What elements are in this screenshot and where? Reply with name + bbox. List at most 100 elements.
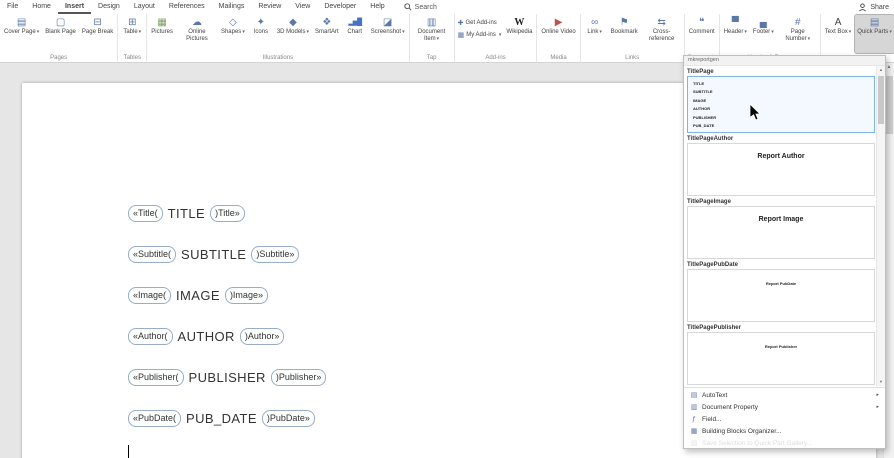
my-addins-icon: ▦ [457,31,465,39]
ribbon-button-label: Icons [253,29,268,35]
menu-item-field[interactable]: ƒ Field... [684,413,885,425]
shapes-icon: ◇ [229,17,237,28]
content-control-end-tag[interactable]: )Title» [210,205,245,222]
ribbon-button-page-number[interactable]: # Page Number▾ [778,15,818,53]
content-control-start-tag[interactable]: «Publisher( [128,369,184,386]
content-control-placeholder[interactable]: SUBTITLE [181,247,246,262]
text-box-icon: A [834,17,842,28]
search-box[interactable]: Search [403,3,437,11]
content-control-placeholder[interactable]: PUBLISHER [189,370,266,385]
scrollbar-thumb[interactable] [885,76,893,134]
word-window: File Home Insert Design Layout References Mail… [0,0,894,458]
content-control-end-tag[interactable]: )Publisher» [270,369,327,386]
ribbon-button-label: Wikipedia [506,29,533,35]
ribbon-button-quick-parts[interactable]: ▤ Quick Parts▾ [854,14,894,54]
ribbon-button-table[interactable]: ⊞ Table▾ [120,15,144,53]
ribbon-button-my-add-ins[interactable]: ▦ My Add-ins ▾ [456,29,504,40]
organizer-icon: ▦ [690,428,698,435]
gallery-category-label: mkreportgen [684,56,885,66]
ribbon-button-cover-page[interactable]: ▤ Cover Page▾ [2,15,41,53]
content-control-placeholder[interactable]: AUTHOR [178,329,235,344]
gallery-item-titlepageimage[interactable]: Report Image [687,206,875,259]
menu-item-document-property[interactable]: ▥ Document Property ▸ [684,401,885,413]
ribbon-button-chart[interactable]: ▂▅█ Chart [343,15,367,53]
content-control-start-tag[interactable]: «Image( [128,287,172,304]
menu-item-autotext[interactable]: ▤ AutoText ▸ [684,389,885,401]
dropdown-scrollbar[interactable]: ▲ ▼ [876,66,885,386]
ribbon-button-shapes[interactable]: ◇ Shapes▾ [219,15,247,53]
ribbon-button-link[interactable]: ∞ Link▾ [583,15,607,53]
document-item-icon: ▥ [426,17,437,28]
menu-tab-developer[interactable]: Developer [317,0,363,14]
ribbon-button-online-pictures[interactable]: ☁ Online Pictures [177,15,217,53]
gallery-preview-text: Report Publisher [764,344,798,349]
menu-tab-mailings[interactable]: Mailings [212,0,252,14]
content-control-end-tag[interactable]: )PubDate» [261,410,315,427]
ribbon-button-comment[interactable]: ❝ Comment [687,15,717,53]
ribbon-button-wikipedia[interactable]: W Wikipedia [504,15,534,53]
ribbon-button-icons[interactable]: ✦ Icons [249,15,273,53]
menu-tab-help[interactable]: Help [363,0,391,14]
pictures-icon: ▦ [157,17,167,28]
ribbon-button-3d-models[interactable]: ◆ 3D Models▾ [275,15,311,53]
menu-tab-design[interactable]: Design [91,0,127,14]
ribbon-button-screenshot[interactable]: ◪ Screenshot▾ [369,15,407,53]
ribbon-button-smartart[interactable]: ❖ SmartArt [313,15,341,53]
ribbon-button-label: Text Box▾ [824,29,852,35]
gallery-preview-line: SUBTITLE [693,89,713,95]
dropdown-scroll-thumb[interactable] [878,76,884,124]
content-control-placeholder[interactable]: IMAGE [176,288,220,303]
menu-tab-home[interactable]: Home [25,0,58,14]
gallery-item-titlepageauthor[interactable]: Report Author [687,143,875,196]
ribbon-group-label: Add-ins [485,55,506,61]
content-control-start-tag[interactable]: «Author( [128,328,173,345]
dropdown-scroll-down-icon[interactable]: ▼ [877,378,885,386]
share-button[interactable]: Share [858,0,889,14]
ribbon-button-blank-page[interactable]: ▢ Blank Page [43,15,78,53]
blank-page-icon: ▢ [55,17,66,28]
chevron-down-icon: ▾ [436,36,440,42]
chevron-down-icon: ▾ [848,29,852,35]
ribbon-button-get-add-ins[interactable]: ✚ Get Add-ins [456,17,504,28]
ribbon-button-cross-reference[interactable]: ⇆ Cross-reference [642,15,682,53]
gallery-item-titlepagepublisher[interactable]: Report Publisher [687,332,875,385]
ribbon-button-pictures[interactable]: ▦ Pictures [149,15,175,53]
gallery-section-title: TitlePageImage [687,199,731,205]
ribbon-button-document-item[interactable]: ▥ Document Item▾ [412,15,452,53]
gallery-item-titlepagepubdate[interactable]: Report PubDate [687,269,875,322]
ribbon-button-label: Quick Parts▾ [857,29,892,35]
menu-tab-insert[interactable]: Insert [58,0,91,14]
ribbon-button-label: Footer▾ [752,29,774,35]
content-control-start-tag[interactable]: «Subtitle( [128,246,177,263]
content-control-start-tag[interactable]: «Title( [128,205,163,222]
ribbon-button-text-box[interactable]: A Text Box▾ [823,15,854,53]
ribbon-group-pages: ▤ Cover Page▾ ▢ Blank Page ⊟ Page Break Pages [0,14,119,62]
content-control-end-tag[interactable]: )Image» [224,287,268,304]
ribbon-button-footer[interactable]: ▄ Footer▾ [751,15,776,53]
ribbon-button-label: Cover Page▾ [4,29,40,35]
ribbon-button-header[interactable]: ▀ Header▾ [722,15,749,53]
menu-tab-references[interactable]: References [162,0,212,14]
menu-item-building-blocks-organizer[interactable]: ▦ Building Blocks Organizer... [684,425,885,437]
bookmark-icon: ⚑ [619,17,629,28]
chevron-down-icon: ▾ [138,29,142,35]
field-icon: ƒ [692,415,696,423]
smartart-icon: ❖ [322,17,332,28]
menu-tab-view[interactable]: View [288,0,317,14]
content-control-placeholder[interactable]: TITLE [168,206,205,221]
menu-tab-layout[interactable]: Layout [127,0,162,14]
content-control-end-tag[interactable]: )Subtitle» [251,246,300,263]
content-control-start-tag[interactable]: «PubDate( [128,410,182,427]
dropdown-scroll-up-icon[interactable]: ▲ [877,66,885,74]
table-icon: ⊞ [128,17,137,28]
ribbon-button-bookmark[interactable]: ⚑ Bookmark [609,15,640,53]
gallery-item-titlepage[interactable]: TITLE SUBTITLE IMAGE AUTHOR PUBLISHER PUB_DAT… [687,76,875,133]
menu-tab-file[interactable]: File [0,0,25,14]
menu-tab-review[interactable]: Review [251,0,288,14]
cover-page-icon: ▤ [16,17,27,28]
content-control-placeholder[interactable]: PUB_DATE [186,411,257,426]
content-control-end-tag[interactable]: )Author» [239,328,285,345]
ribbon-button-page-break[interactable]: ⊟ Page Break [80,15,115,53]
chevron-down-icon: ▾ [498,31,502,38]
ribbon-button-online-video[interactable]: ▶ Online Video [539,15,577,53]
